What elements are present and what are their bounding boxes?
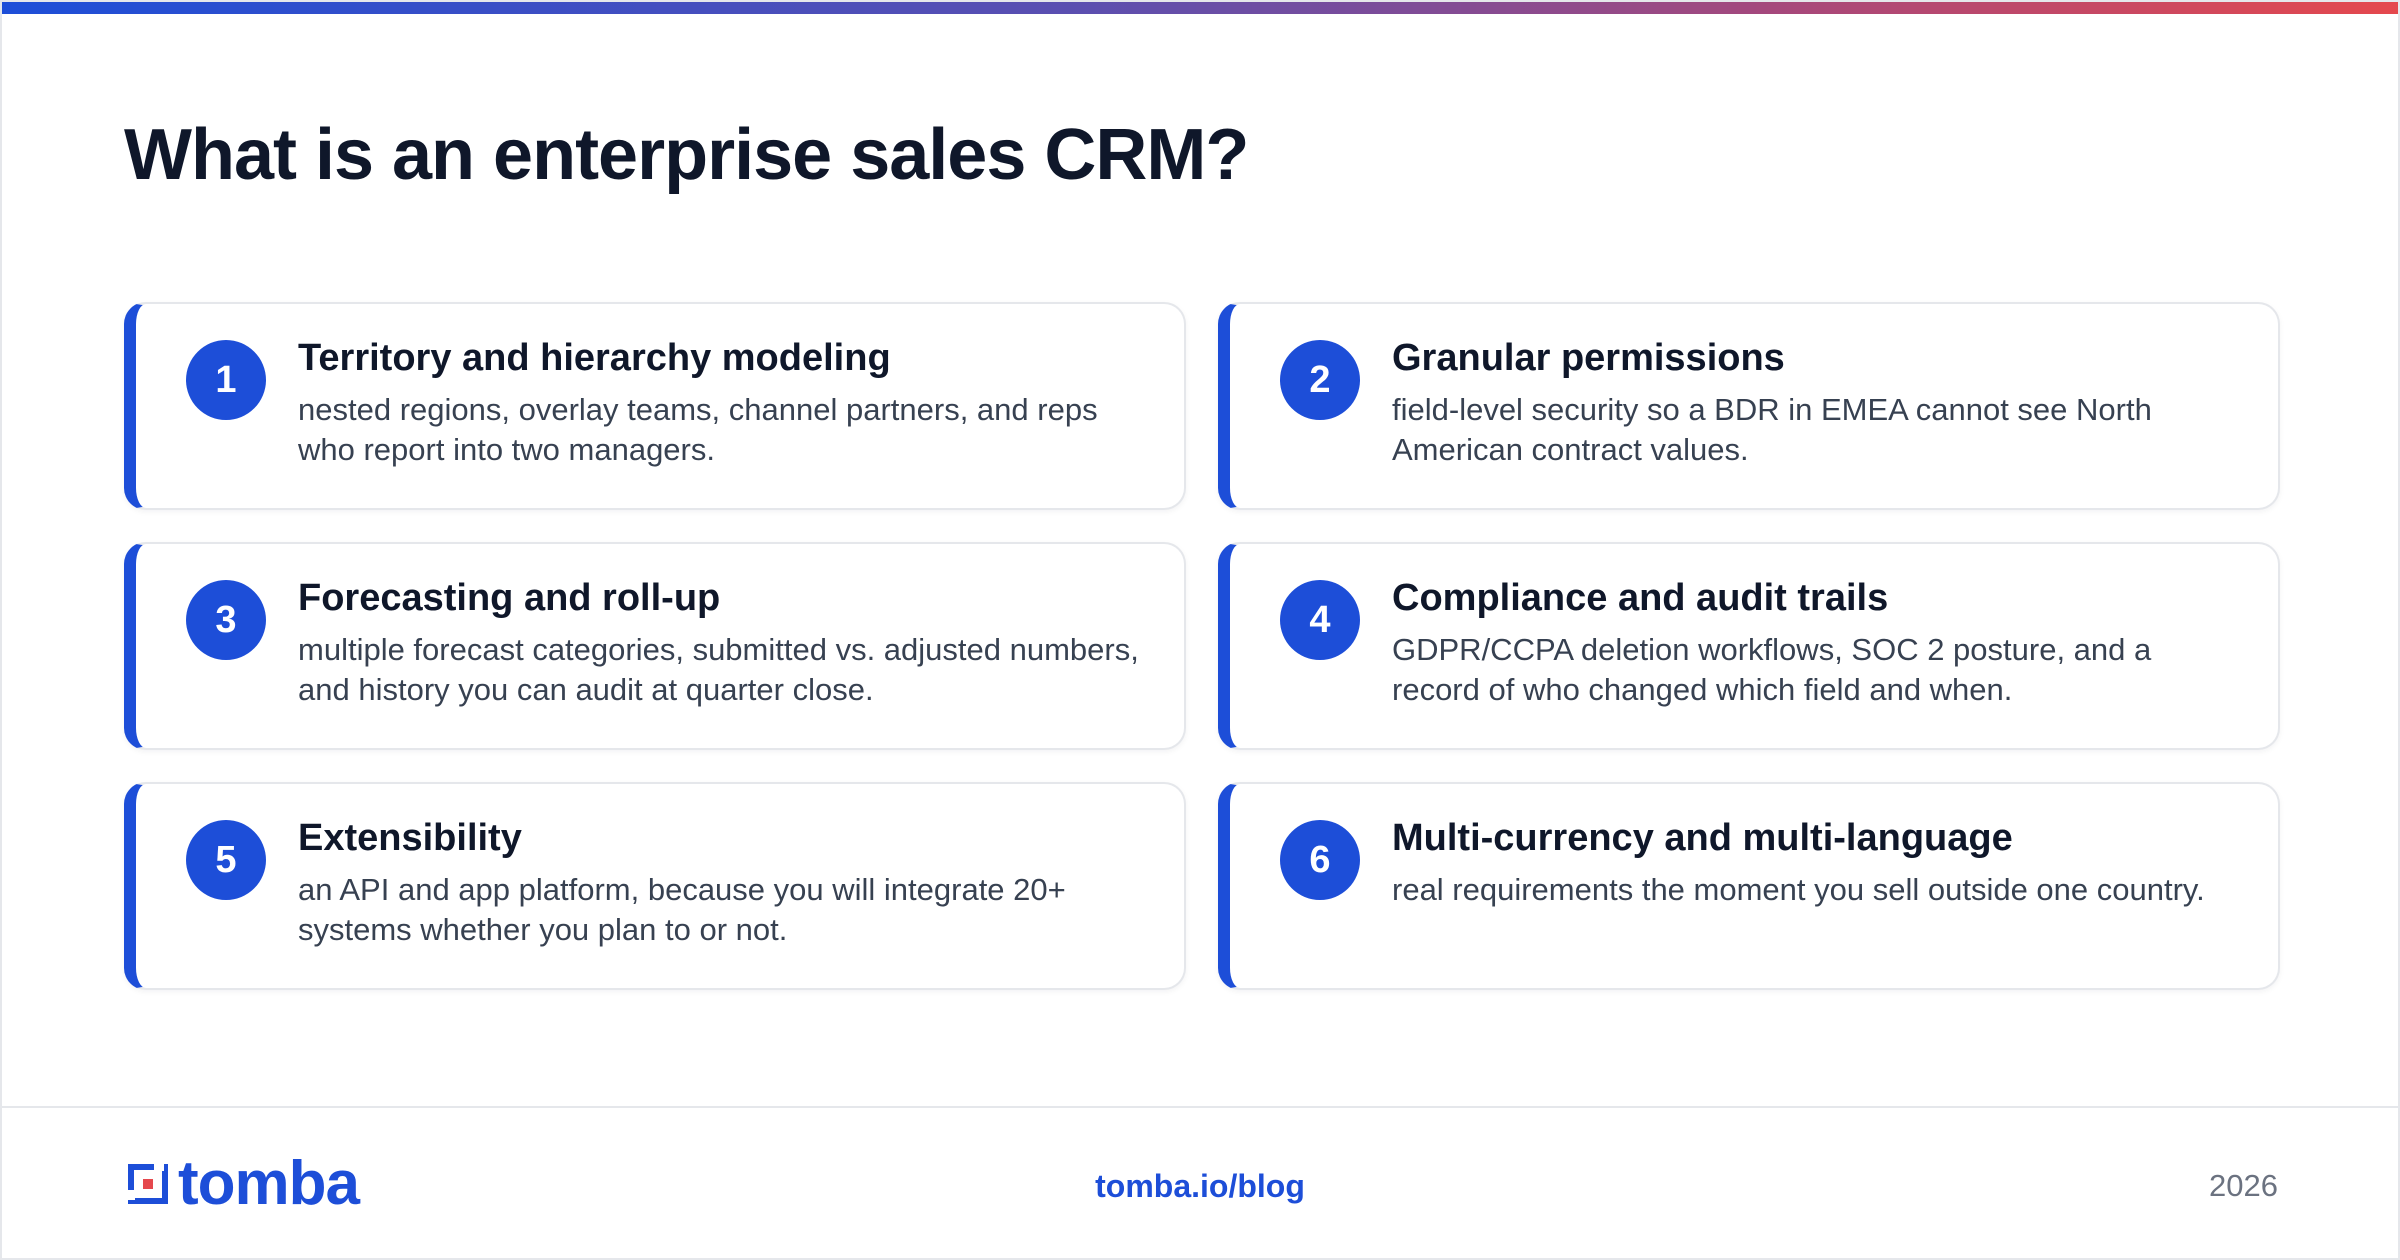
footer-divider: [2, 1106, 2398, 1108]
card-title: Forecasting and roll-up: [298, 577, 721, 619]
card-description: GDPR/CCPA deletion workflows, SOC 2 post…: [1392, 632, 2152, 707]
top-gradient-bar: [2, 2, 2398, 14]
feature-card-extensibility: 5 Extensibility an API and app platform,…: [124, 782, 1186, 990]
card-title: Compliance and audit trails: [1392, 577, 1889, 619]
number-badge: 1: [186, 340, 266, 420]
card-description: an API and app platform, because you wil…: [298, 872, 1066, 947]
feature-card-forecasting: 3 Forecasting and roll-up multiple forec…: [124, 542, 1186, 750]
number-badge: 2: [1280, 340, 1360, 420]
feature-card-territory: 1 Territory and hierarchy modeling neste…: [124, 302, 1186, 510]
card-description: field-level security so a BDR in EMEA ca…: [1392, 392, 2152, 467]
page: What is an enterprise sales CRM? 1 Terri…: [0, 0, 2400, 1260]
card-text: Multi-currency and multi-language real r…: [1392, 812, 2238, 910]
feature-card-compliance: 4 Compliance and audit trails GDPR/CCPA …: [1218, 542, 2280, 750]
card-description: real requirements the moment you sell ou…: [1392, 872, 2205, 907]
card-text: Territory and hierarchy modeling nested …: [298, 332, 1144, 470]
card-text: Forecasting and roll-up multiple forecas…: [298, 572, 1144, 710]
page-title: What is an enterprise sales CRM?: [124, 115, 1249, 195]
card-description: nested regions, overlay teams, channel p…: [298, 392, 1098, 467]
number-badge: 3: [186, 580, 266, 660]
card-title: Extensibility: [298, 817, 522, 859]
feature-card-multi-currency: 6 Multi-currency and multi-language real…: [1218, 782, 2280, 990]
card-description: multiple forecast categories, submitted …: [298, 632, 1139, 707]
card-text: Compliance and audit trails GDPR/CCPA de…: [1392, 572, 2238, 710]
footer-year: 2026: [2209, 1168, 2278, 1203]
feature-card-permissions: 2 Granular permissions field-level secur…: [1218, 302, 2280, 510]
card-text: Extensibility an API and app platform, b…: [298, 812, 1144, 950]
card-title: Multi-currency and multi-language: [1392, 817, 2013, 859]
number-badge: 5: [186, 820, 266, 900]
number-badge: 4: [1280, 580, 1360, 660]
card-title: Territory and hierarchy modeling: [298, 337, 891, 379]
card-title: Granular permissions: [1392, 337, 1785, 379]
blog-link[interactable]: tomba.io/blog: [2, 1166, 2398, 1206]
card-text: Granular permissions field-level securit…: [1392, 332, 2238, 470]
feature-grid: 1 Territory and hierarchy modeling neste…: [124, 302, 2280, 990]
number-badge: 6: [1280, 820, 1360, 900]
